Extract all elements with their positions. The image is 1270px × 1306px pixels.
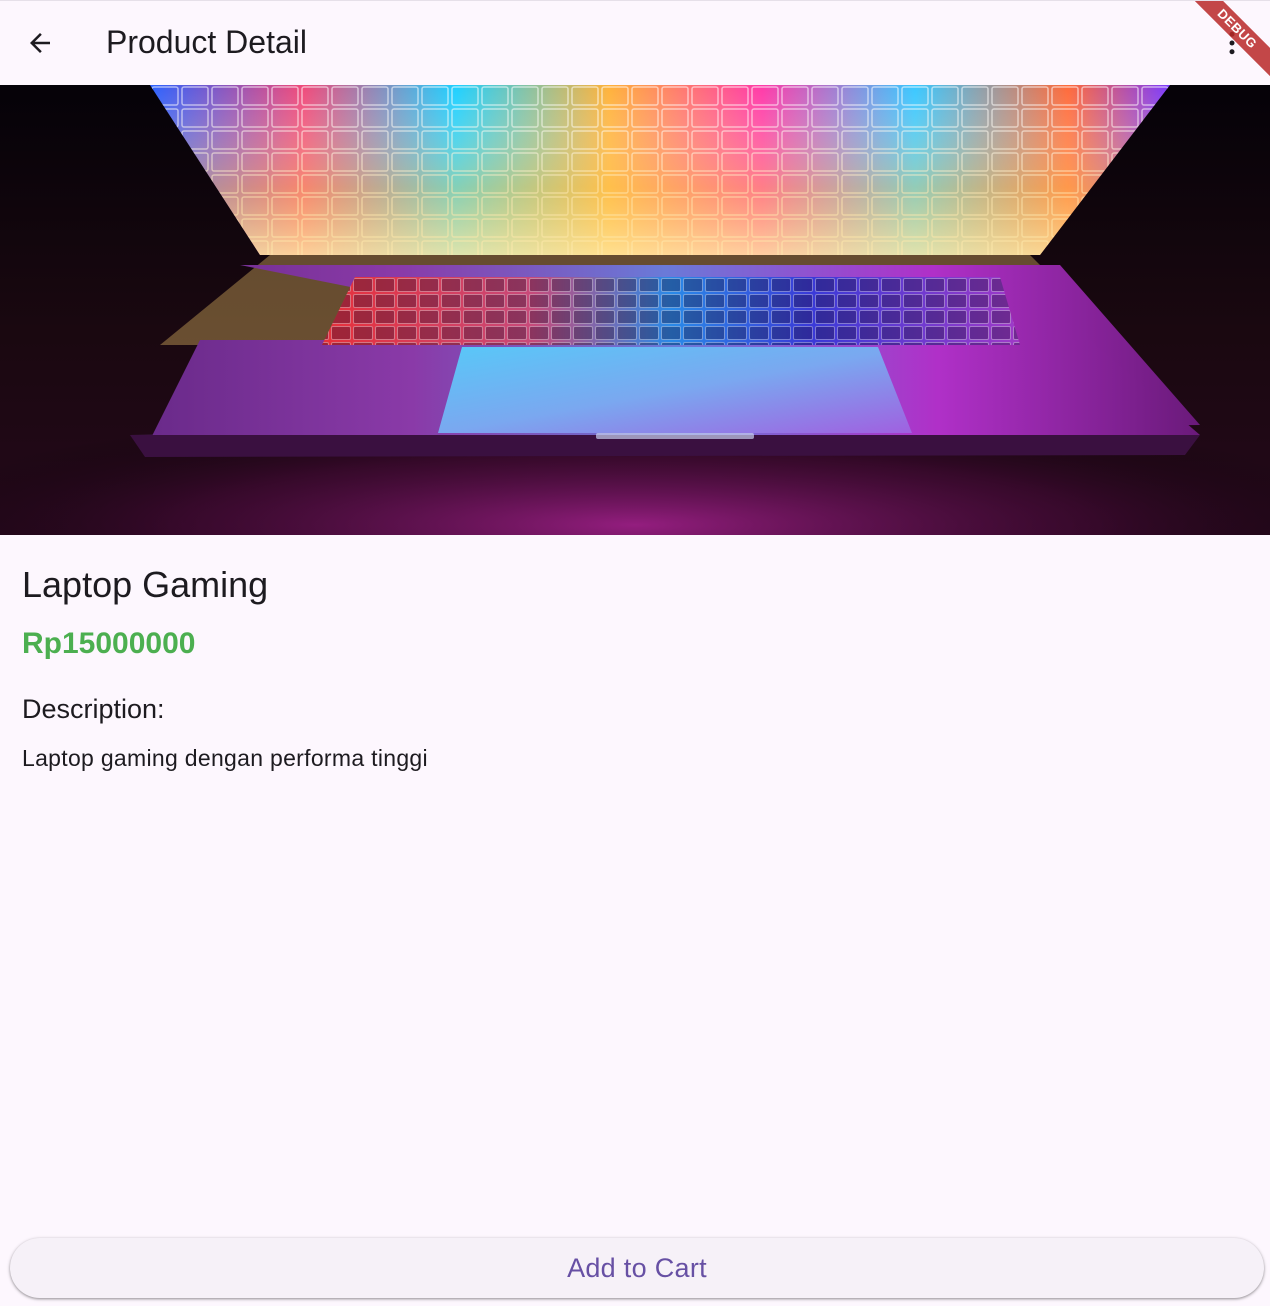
product-image	[0, 85, 1270, 535]
app-bar: Product Detail DEBUG	[0, 0, 1270, 85]
page-title: Product Detail	[106, 24, 307, 60]
product-name: Laptop Gaming	[22, 564, 269, 605]
add-to-cart-button[interactable]: Add to Cart	[10, 1238, 1264, 1298]
back-button[interactable]	[16, 19, 64, 67]
arrow-back-icon	[30, 33, 50, 53]
product-price: Rp15000000	[22, 627, 196, 660]
description-heading: Description:	[22, 694, 165, 724]
description-text: Laptop gaming dengan performa tinggi	[22, 745, 428, 771]
more-options-button[interactable]	[1208, 19, 1256, 67]
more-vert-icon	[1229, 31, 1235, 55]
